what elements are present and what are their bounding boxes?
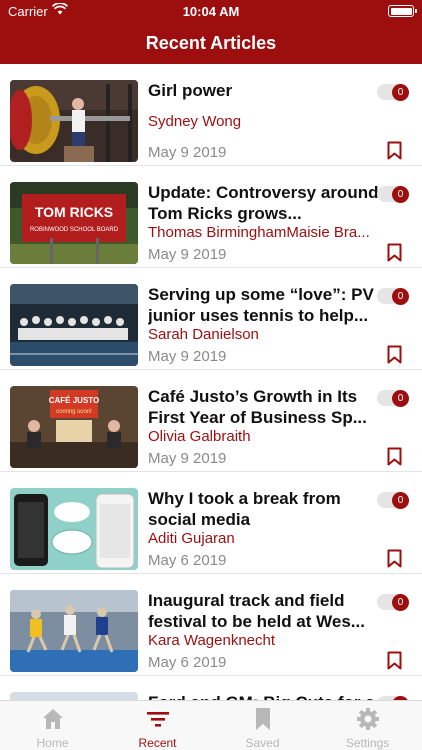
- article-thumbnail[interactable]: [10, 284, 138, 366]
- tab-settings[interactable]: Settings: [315, 701, 420, 750]
- status-bar: Carrier 10:04 AM: [0, 0, 422, 22]
- bookmark-icon[interactable]: [387, 549, 402, 568]
- article-row[interactable]: Why I took a break from social media Adi…: [0, 472, 422, 574]
- tab-home[interactable]: Home: [0, 701, 105, 750]
- svg-text:coming soon!: coming soon!: [56, 409, 92, 415]
- home-icon: [43, 709, 63, 729]
- article-row[interactable]: Girl power Sydney Wong May 9 2019 0: [0, 64, 422, 166]
- svg-text:ROBINWOOD SCHOOL BOARD: ROBINWOOD SCHOOL BOARD: [30, 227, 119, 233]
- bookmark-icon[interactable]: [387, 651, 402, 670]
- app-header: Carrier 10:04 AM Recent Articles: [0, 0, 422, 64]
- article-title[interactable]: Serving up some “love”: PV junior uses t…: [148, 284, 380, 326]
- bookmark-icon[interactable]: [387, 447, 402, 466]
- comment-count-badge: 0: [392, 492, 409, 509]
- comment-count-badge: 0: [392, 594, 409, 611]
- article-row[interactable]: CAFÉ JUSTO coming soon! Café Justo’s Gro…: [0, 370, 422, 472]
- tab-label: Home: [36, 736, 69, 750]
- article-thumbnail[interactable]: [10, 590, 138, 672]
- comment-count-badge: 0: [392, 186, 409, 203]
- tab-recent[interactable]: Recent: [105, 701, 210, 750]
- article-thumbnail[interactable]: [10, 692, 138, 700]
- article-row[interactable]: Inaugural track and field festival to be…: [0, 574, 422, 676]
- article-row[interactable]: Ford and GM: Big Cuts for a 0: [0, 676, 422, 700]
- svg-text:TOM RICKS: TOM RICKS: [35, 204, 113, 220]
- tab-label: Settings: [345, 736, 390, 750]
- article-title[interactable]: Café Justo’s Growth in Its First Year of…: [148, 386, 380, 428]
- bookmark-icon[interactable]: [387, 141, 402, 160]
- tab-bar: Home Recent Saved Settings: [0, 700, 422, 750]
- bookmark-icon: [256, 708, 270, 730]
- recent-icon: [147, 712, 169, 727]
- article-date: May 6 2019: [148, 552, 227, 569]
- article-thumbnail[interactable]: [10, 488, 138, 570]
- svg-text:CAFÉ JUSTO: CAFÉ JUSTO: [49, 396, 100, 405]
- article-date: May 6 2019: [148, 654, 227, 671]
- article-thumbnail[interactable]: [10, 80, 138, 162]
- bookmark-icon[interactable]: [387, 345, 402, 364]
- article-author: Olivia Galbraith: [148, 428, 251, 445]
- article-date: May 9 2019: [148, 450, 227, 467]
- clock: 10:04 AM: [182, 4, 240, 19]
- article-list[interactable]: Girl power Sydney Wong May 9 2019 0 TOM …: [0, 64, 422, 700]
- article-title[interactable]: Girl power: [148, 80, 380, 101]
- article-thumbnail[interactable]: TOM RICKS ROBINWOOD SCHOOL BOARD: [10, 182, 138, 264]
- article-title[interactable]: Inaugural track and field festival to be…: [148, 590, 380, 632]
- article-title[interactable]: Why I took a break from social media: [148, 488, 380, 530]
- gear-icon: [357, 708, 379, 730]
- comment-count-badge: 0: [392, 390, 409, 407]
- article-row[interactable]: TOM RICKS ROBINWOOD SCHOOL BOARD Update:…: [0, 166, 422, 268]
- article-date: May 9 2019: [148, 246, 227, 263]
- article-author: Thomas BirminghamMaisie Bra...: [148, 224, 370, 241]
- article-title[interactable]: Ford and GM: Big Cuts for a: [148, 692, 380, 700]
- article-date: May 9 2019: [148, 144, 227, 161]
- article-author: Kara Wagenknecht: [148, 632, 276, 649]
- tab-saved[interactable]: Saved: [210, 701, 315, 750]
- article-author: Sarah Danielson: [148, 326, 259, 343]
- article-author: Sydney Wong: [148, 113, 242, 130]
- article-title[interactable]: Update: Controversy around Tom Ricks gro…: [148, 182, 380, 224]
- tab-label: Recent: [138, 736, 177, 750]
- comment-count-badge: 0: [392, 84, 409, 101]
- bookmark-icon[interactable]: [387, 243, 402, 262]
- comment-count-badge: 0: [392, 288, 409, 305]
- article-thumbnail[interactable]: CAFÉ JUSTO coming soon!: [10, 386, 138, 468]
- article-author: Aditi Gujaran: [148, 530, 235, 547]
- article-row[interactable]: Serving up some “love”: PV junior uses t…: [0, 268, 422, 370]
- tab-label: Saved: [245, 736, 280, 750]
- article-date: May 9 2019: [148, 348, 227, 365]
- battery-icon: [388, 5, 417, 17]
- page-title: Recent Articles: [145, 33, 277, 53]
